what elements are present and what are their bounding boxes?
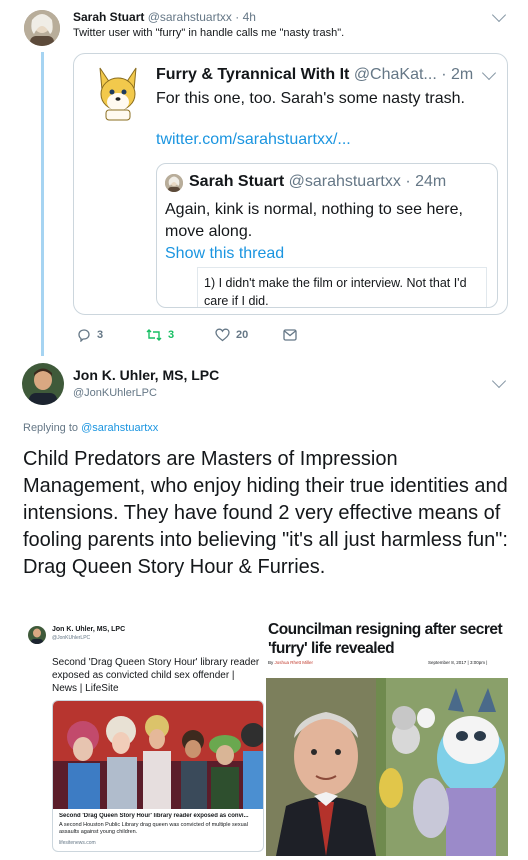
replying-to-line: Replying to @sarahstuartxx	[23, 422, 158, 434]
byline-author: Joshua Rhett Miller	[274, 660, 314, 665]
embedded-tweet-text: Second 'Drag Queen Story Hour' library r…	[52, 657, 260, 694]
chevron-down-icon[interactable]	[491, 373, 507, 389]
chevron-down-icon[interactable]	[481, 65, 497, 81]
author-handle[interactable]: @ChaKat...	[354, 66, 437, 83]
embedded-author-handle: @JonKUhlerLPC	[52, 635, 91, 641]
drag-queen-photo	[53, 701, 263, 809]
tweet-time[interactable]: · 24m	[405, 173, 446, 190]
link-card-title: Second 'Drag Queen Story Hour' library r…	[59, 813, 249, 819]
like-count: 20	[236, 329, 249, 341]
embedded-author-name: Jon K. Uhler, MS, LPC	[52, 626, 126, 633]
byline-prefix: By	[268, 660, 274, 665]
reply-button[interactable]: 3	[77, 328, 103, 342]
news-headline: Councilman resigning after secret 'furry…	[268, 621, 503, 657]
fox-avatar[interactable]	[92, 64, 144, 122]
councilman-furry-photo	[266, 678, 508, 856]
tweet-header: Sarah Stuart @sarahstuartxx · 4h	[73, 10, 256, 24]
thread-preview[interactable]: 1) I didn't make the film or interview. …	[197, 267, 487, 308]
sarah-avatar-small-image	[165, 174, 183, 192]
avatar[interactable]	[24, 10, 60, 46]
thread-connector-line	[41, 52, 44, 356]
reply-icon	[78, 329, 90, 342]
inner-tweet-header: Sarah Stuart @sarahstuartxx · 24m	[189, 173, 446, 191]
author-name[interactable]: Sarah Stuart	[73, 10, 144, 24]
author-handle[interactable]: @sarahstuartxx	[148, 10, 232, 24]
retweet-count: 3	[168, 329, 175, 341]
thread-preview-text: 1) I didn't make the film or interview. …	[204, 276, 467, 308]
tweet-time[interactable]: · 2m	[441, 66, 473, 83]
like-button[interactable]: 20	[215, 328, 248, 342]
heart-icon	[215, 328, 230, 342]
jon-avatar-image	[22, 363, 64, 405]
author-name[interactable]: Jon K. Uhler, MS, LPC	[73, 367, 219, 383]
inner-tweet-text: Again, kink is normal, nothing to see he…	[165, 201, 463, 240]
link-card-description: A second Houston Public Library drag que…	[59, 822, 248, 835]
retweet-button[interactable]: 3	[146, 328, 174, 342]
news-date: September 8, 2017 | 3:00pm |	[428, 660, 488, 665]
author-name[interactable]: Sarah Stuart	[189, 173, 284, 190]
avatar[interactable]	[22, 363, 64, 405]
tweet-time[interactable]: · 4h	[235, 10, 256, 24]
fox-avatar-icon	[99, 67, 137, 121]
sarah-avatar-image	[24, 10, 60, 46]
attached-image-right[interactable]: Councilman resigning after secret 'furry…	[266, 620, 508, 856]
envelope-icon	[283, 329, 297, 341]
quoted-tweet-header: Furry & Tyrannical With It @ChaKat... · …	[156, 66, 473, 84]
jon-avatar-small-image	[28, 626, 46, 644]
avatar[interactable]	[165, 174, 183, 192]
quoted-tweet-card[interactable]: Furry & Tyrannical With It @ChaKat... · …	[73, 53, 508, 315]
news-byline: By Joshua Rhett Miller	[268, 660, 313, 665]
direct-message-button[interactable]	[283, 329, 297, 341]
show-thread-link[interactable]: Show this thread	[165, 245, 284, 263]
reply-count: 3	[97, 329, 104, 341]
tweet-text: Twitter user with "furry" in handle call…	[73, 27, 345, 39]
avatar	[28, 626, 46, 644]
replying-to-label: Replying to	[23, 422, 79, 434]
inner-quoted-tweet-card[interactable]: Sarah Stuart @sarahstuartxx · 24m Again,…	[156, 163, 498, 308]
tweet-link[interactable]: twitter.com/sarahstuartxx/...	[156, 131, 351, 149]
author-name[interactable]: Furry & Tyrannical With It	[156, 66, 349, 83]
author-handle[interactable]: @sarahstuartxx	[289, 173, 401, 190]
link-card-domain: lifesitenews.com	[59, 840, 96, 846]
retweet-icon	[146, 329, 162, 341]
tweet-text: Child Predators are Masters of Impressio…	[23, 448, 508, 578]
link-card: Second 'Drag Queen Story Hour' library r…	[52, 700, 264, 852]
quoted-tweet-text: For this one, too. Sarah's some nasty tr…	[156, 90, 465, 107]
replying-to-handle[interactable]: @sarahstuartxx	[81, 422, 158, 434]
chevron-down-icon[interactable]	[491, 7, 507, 23]
author-handle[interactable]: @JonKUhlerLPC	[73, 387, 157, 399]
attached-image-left[interactable]: Jon K. Uhler, MS, LPC @JonKUhlerLPC Seco…	[24, 620, 266, 856]
